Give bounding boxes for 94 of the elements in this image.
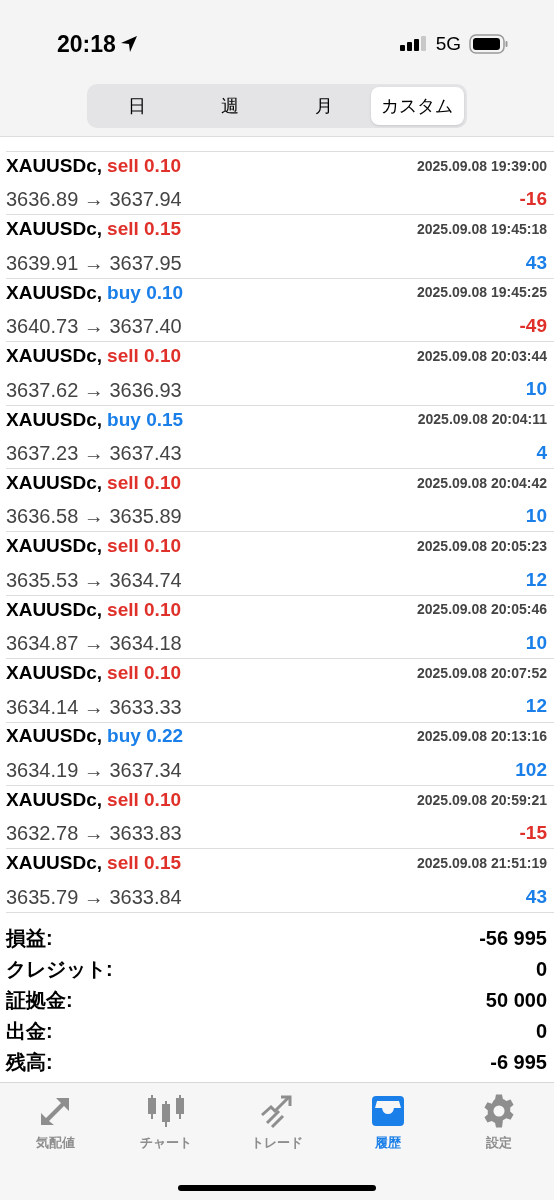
trade-symbol: XAUUSDc, [6, 407, 103, 432]
summary-value: 0 [535, 1019, 547, 1045]
trade-volume: sell 0.10 [107, 153, 182, 178]
location-arrow-icon [119, 35, 138, 53]
summary-label: 証拠金: [6, 988, 73, 1014]
tab-bar-item[interactable]: 履歴 [332, 1093, 444, 1165]
trade-time: 2025.09.08 20:03:44 [417, 346, 547, 366]
signal-icon [399, 35, 428, 53]
trade-prices: 3632.78 → 3633.83 [6, 821, 182, 847]
trade-prices: 3635.79 → 3633.84 [6, 884, 182, 910]
trade-prices: 3639.91 → 3637.95 [6, 250, 182, 276]
summary-value: 0 [535, 957, 547, 983]
trade-time: 2025.09.08 20:59:21 [417, 790, 547, 810]
trade-row[interactable]: XAUUSDc, sell 0.10 2025.09.08 20:05:46 3634.87 → 3634.18 10 [6, 595, 554, 660]
trade-profit: 12 [525, 694, 547, 719]
tray-icon [369, 1094, 406, 1128]
trade-prices: 3636.89 → 3637.94 [6, 187, 182, 213]
period-tab[interactable]: 週 [183, 87, 277, 125]
trade-volume: buy 0.22 [107, 724, 184, 749]
summary-label: 損益: [6, 926, 53, 952]
trade-volume: sell 0.10 [107, 661, 182, 686]
trade-prices: 3634.19 → 3637.34 [6, 757, 182, 783]
trend-arrow-icon [259, 1093, 295, 1129]
summary-value: 50 000 [485, 988, 547, 1014]
trade-time: 2025.09.08 20:04:11 [417, 410, 547, 430]
tab-label: トレード [251, 1134, 303, 1152]
trade-volume: buy 0.10 [107, 280, 184, 305]
trade-volume: sell 0.15 [107, 217, 182, 242]
trade-symbol: XAUUSDc, [6, 280, 103, 305]
summary-label: 残高: [6, 1050, 53, 1076]
trade-time: 2025.09.08 21:51:19 [417, 854, 547, 873]
trade-prices: 3634.87 → 3634.18 [6, 631, 182, 657]
trade-volume: sell 0.15 [107, 851, 182, 876]
summary-label: 出金: [6, 1019, 53, 1045]
trade-time: 2025.09.08 20:13:16 [417, 727, 547, 747]
trade-time: 2025.09.08 20:05:46 [417, 600, 547, 620]
trade-profit: 12 [525, 567, 547, 592]
trade-prices: 3636.58 → 3635.89 [6, 504, 182, 530]
trade-prices: 3634.14 → 3633.33 [6, 694, 182, 720]
trade-symbol: XAUUSDc, [6, 787, 103, 812]
trade-profit: -15 [519, 821, 547, 846]
trade-profit: 43 [525, 884, 547, 909]
trade-symbol: XAUUSDc, [6, 661, 103, 686]
trade-profit: 10 [525, 630, 547, 655]
trade-time: 2025.09.08 19:45:18 [417, 220, 547, 240]
summary-value: -6 995 [490, 1050, 547, 1076]
trade-volume: sell 0.10 [107, 534, 182, 559]
trade-prices: 3637.23 → 3637.43 [6, 441, 182, 466]
battery-icon [469, 34, 509, 54]
period-tab[interactable]: 日 [90, 87, 184, 125]
trade-row[interactable]: XAUUSDc, sell 0.15 2025.09.08 21:51:19 3635.79 → 3633.84 43 [6, 849, 554, 913]
trade-volume: sell 0.10 [107, 344, 182, 369]
trade-time: 2025.09.08 19:39:00 [417, 156, 547, 176]
trade-profit: 10 [525, 377, 547, 402]
period-tab[interactable]: カスタム [370, 87, 464, 125]
trade-volume: buy 0.15 [107, 407, 184, 432]
trade-profit: -16 [519, 187, 547, 212]
trade-volume: sell 0.10 [107, 470, 182, 495]
summary-label: クレジット: [6, 957, 113, 983]
trade-symbol: XAUUSDc, [6, 724, 103, 749]
trade-profit: 102 [515, 757, 547, 782]
trade-time: 2025.09.08 20:04:42 [417, 473, 547, 493]
tab-label: 気配値 [35, 1134, 75, 1152]
trade-prices: 3640.73 → 3637.40 [6, 314, 182, 340]
trade-prices: 3635.53 → 3634.74 [6, 567, 182, 593]
trade-symbol: XAUUSDc, [6, 217, 103, 242]
clock-time: 20:18 [57, 29, 116, 59]
summary-value: -56 995 [479, 926, 547, 952]
trade-profit: 10 [525, 504, 547, 529]
tab-label: チャート [140, 1134, 193, 1152]
tab-label: 設定 [485, 1134, 512, 1152]
trade-symbol: XAUUSDc, [6, 534, 103, 559]
trade-prices: 3637.62 → 3636.93 [6, 377, 182, 403]
trade-symbol: XAUUSDc, [6, 597, 103, 622]
trade-volume: sell 0.10 [107, 787, 182, 812]
trade-profit: 43 [525, 250, 547, 275]
trade-row[interactable]: XAUUSDc, buy 0.15 2025.09.08 20:04:11 3637.23 → 3637.43 4 [6, 405, 554, 469]
network-label: 5G [435, 31, 461, 56]
trade-row[interactable]: XAUUSDc, sell 0.10 2025.09.08 20:04:42 3636.58 → 3635.89 10 [6, 468, 554, 533]
trade-row[interactable]: XAUUSDc, buy 0.22 2025.09.08 20:13:16 3634.19 → 3637.34 102 [6, 722, 554, 786]
trade-symbol: XAUUSDc, [6, 344, 103, 369]
trade-row[interactable]: XAUUSDc, sell 0.10 2025.09.08 20:05:23 3635.53 → 3634.74 12 [6, 532, 554, 596]
trade-volume: sell 0.10 [107, 597, 182, 622]
period-tab[interactable]: 月 [277, 87, 371, 125]
trade-time: 2025.09.08 20:07:52 [417, 663, 547, 683]
trade-symbol: XAUUSDc, [6, 470, 103, 495]
tab-label: 履歴 [374, 1134, 401, 1152]
trade-time: 2025.09.08 19:45:25 [417, 283, 547, 303]
trade-symbol: XAUUSDc, [6, 851, 103, 876]
trade-time: 2025.09.08 20:05:23 [417, 537, 547, 557]
trade-profit: -49 [519, 314, 547, 338]
trade-profit: 4 [536, 440, 547, 465]
trade-symbol: XAUUSDc, [6, 153, 103, 178]
candlestick-icon [146, 1093, 187, 1129]
